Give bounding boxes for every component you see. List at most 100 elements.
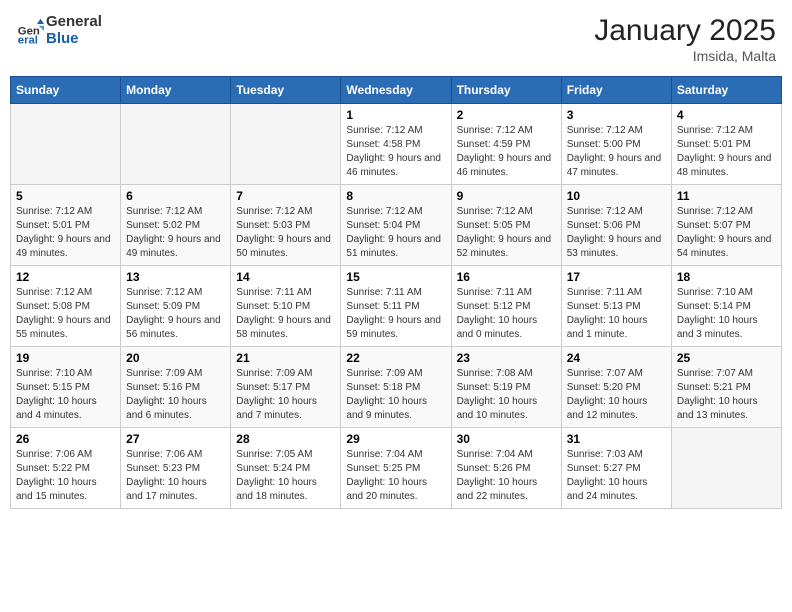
weekday-header: Friday xyxy=(561,77,671,104)
month-title: January 2025 xyxy=(594,14,776,48)
day-info: Sunrise: 7:07 AM Sunset: 5:21 PM Dayligh… xyxy=(677,367,776,423)
day-info: Sunrise: 7:12 AM Sunset: 5:01 PM Dayligh… xyxy=(677,124,776,180)
location: Imsida, Malta xyxy=(594,48,776,64)
logo-general: General xyxy=(46,14,102,31)
calendar-day-cell xyxy=(121,104,231,185)
calendar-week-row: 1 Sunrise: 7:12 AM Sunset: 4:58 PM Daylig… xyxy=(11,104,782,185)
title-area: January 2025 Imsida, Malta xyxy=(594,14,776,64)
calendar-day-cell: 30 Sunrise: 7:04 AM Sunset: 5:26 PM Dayli… xyxy=(451,428,561,509)
day-number: 28 xyxy=(236,432,335,446)
calendar-day-cell: 18 Sunrise: 7:10 AM Sunset: 5:14 PM Dayli… xyxy=(671,266,781,347)
day-info: Sunrise: 7:12 AM Sunset: 4:59 PM Dayligh… xyxy=(457,124,556,180)
day-info: Sunrise: 7:11 AM Sunset: 5:10 PM Dayligh… xyxy=(236,286,335,342)
day-number: 27 xyxy=(126,432,225,446)
weekday-header: Sunday xyxy=(11,77,121,104)
day-number: 10 xyxy=(567,189,666,203)
day-info: Sunrise: 7:07 AM Sunset: 5:20 PM Dayligh… xyxy=(567,367,666,423)
calendar-day-cell: 24 Sunrise: 7:07 AM Sunset: 5:20 PM Dayli… xyxy=(561,347,671,428)
calendar-day-cell: 20Sunrise: 7:09 AM Sunset: 5:16 PM Dayli… xyxy=(121,347,231,428)
calendar-day-cell: 2 Sunrise: 7:12 AM Sunset: 4:59 PM Daylig… xyxy=(451,104,561,185)
day-number: 22 xyxy=(346,351,445,365)
weekday-header-row: SundayMondayTuesdayWednesdayThursdayFrid… xyxy=(11,77,782,104)
day-number: 29 xyxy=(346,432,445,446)
day-number: 1 xyxy=(346,108,445,122)
day-info: Sunrise: 7:12 AM Sunset: 4:58 PM Dayligh… xyxy=(346,124,445,180)
calendar-table: SundayMondayTuesdayWednesdayThursdayFrid… xyxy=(10,76,782,509)
day-info: Sunrise: 7:10 AM Sunset: 5:14 PM Dayligh… xyxy=(677,286,776,342)
calendar-day-cell xyxy=(11,104,121,185)
day-number: 21 xyxy=(236,351,335,365)
day-number: 11 xyxy=(677,189,776,203)
calendar-day-cell: 10 Sunrise: 7:12 AM Sunset: 5:06 PM Dayli… xyxy=(561,185,671,266)
calendar-day-cell xyxy=(671,428,781,509)
weekday-header: Monday xyxy=(121,77,231,104)
calendar-day-cell: 17Sunrise: 7:11 AM Sunset: 5:13 PM Dayli… xyxy=(561,266,671,347)
day-number: 8 xyxy=(346,189,445,203)
weekday-header: Wednesday xyxy=(341,77,451,104)
svg-text:eral: eral xyxy=(18,34,38,45)
day-number: 16 xyxy=(457,270,556,284)
calendar-day-cell: 3 Sunrise: 7:12 AM Sunset: 5:00 PM Daylig… xyxy=(561,104,671,185)
calendar-day-cell: 11 Sunrise: 7:12 AM Sunset: 5:07 PM Dayli… xyxy=(671,185,781,266)
day-number: 18 xyxy=(677,270,776,284)
weekday-header: Saturday xyxy=(671,77,781,104)
day-number: 7 xyxy=(236,189,335,203)
day-number: 24 xyxy=(567,351,666,365)
day-number: 6 xyxy=(126,189,225,203)
day-number: 26 xyxy=(16,432,115,446)
day-info: Sunrise: 7:11 AM Sunset: 5:13 PM Dayligh… xyxy=(567,286,666,342)
calendar-day-cell: 23 Sunrise: 7:08 AM Sunset: 5:19 PM Dayli… xyxy=(451,347,561,428)
day-info: Sunrise: 7:03 AM Sunset: 5:27 PM Dayligh… xyxy=(567,448,666,504)
calendar-day-cell: 8 Sunrise: 7:12 AM Sunset: 5:04 PM Daylig… xyxy=(341,185,451,266)
day-number: 5 xyxy=(16,189,115,203)
logo-text: General Blue xyxy=(46,14,102,47)
calendar-week-row: 26 Sunrise: 7:06 AM Sunset: 5:22 PM Dayli… xyxy=(11,428,782,509)
calendar-day-cell: 9Sunrise: 7:12 AM Sunset: 5:05 PM Daylig… xyxy=(451,185,561,266)
day-info: Sunrise: 7:04 AM Sunset: 5:25 PM Dayligh… xyxy=(346,448,445,504)
day-number: 23 xyxy=(457,351,556,365)
weekday-header: Tuesday xyxy=(231,77,341,104)
logo: Gen eral General Blue xyxy=(16,14,102,47)
calendar-day-cell: 7 Sunrise: 7:12 AM Sunset: 5:03 PM Daylig… xyxy=(231,185,341,266)
calendar-day-cell: 31Sunrise: 7:03 AM Sunset: 5:27 PM Dayli… xyxy=(561,428,671,509)
day-info: Sunrise: 7:05 AM Sunset: 5:24 PM Dayligh… xyxy=(236,448,335,504)
calendar-day-cell: 12 Sunrise: 7:12 AM Sunset: 5:08 PM Dayli… xyxy=(11,266,121,347)
day-info: Sunrise: 7:11 AM Sunset: 5:11 PM Dayligh… xyxy=(346,286,445,342)
day-info: Sunrise: 7:12 AM Sunset: 5:00 PM Dayligh… xyxy=(567,124,666,180)
day-info: Sunrise: 7:09 AM Sunset: 5:16 PM Dayligh… xyxy=(126,367,225,423)
day-info: Sunrise: 7:12 AM Sunset: 5:03 PM Dayligh… xyxy=(236,205,335,261)
day-info: Sunrise: 7:12 AM Sunset: 5:02 PM Dayligh… xyxy=(126,205,225,261)
day-number: 3 xyxy=(567,108,666,122)
day-number: 15 xyxy=(346,270,445,284)
day-number: 13 xyxy=(126,270,225,284)
day-number: 19 xyxy=(16,351,115,365)
day-info: Sunrise: 7:12 AM Sunset: 5:08 PM Dayligh… xyxy=(16,286,115,342)
day-info: Sunrise: 7:12 AM Sunset: 5:06 PM Dayligh… xyxy=(567,205,666,261)
day-info: Sunrise: 7:04 AM Sunset: 5:26 PM Dayligh… xyxy=(457,448,556,504)
calendar-day-cell: 15 Sunrise: 7:11 AM Sunset: 5:11 PM Dayli… xyxy=(341,266,451,347)
calendar-day-cell: 4Sunrise: 7:12 AM Sunset: 5:01 PM Daylig… xyxy=(671,104,781,185)
day-number: 12 xyxy=(16,270,115,284)
calendar-day-cell: 14Sunrise: 7:11 AM Sunset: 5:10 PM Dayli… xyxy=(231,266,341,347)
day-info: Sunrise: 7:09 AM Sunset: 5:18 PM Dayligh… xyxy=(346,367,445,423)
day-info: Sunrise: 7:12 AM Sunset: 5:07 PM Dayligh… xyxy=(677,205,776,261)
calendar-day-cell: 5Sunrise: 7:12 AM Sunset: 5:01 PM Daylig… xyxy=(11,185,121,266)
day-info: Sunrise: 7:12 AM Sunset: 5:04 PM Dayligh… xyxy=(346,205,445,261)
day-info: Sunrise: 7:06 AM Sunset: 5:23 PM Dayligh… xyxy=(126,448,225,504)
calendar-day-cell: 29 Sunrise: 7:04 AM Sunset: 5:25 PM Dayli… xyxy=(341,428,451,509)
calendar-day-cell: 1 Sunrise: 7:12 AM Sunset: 4:58 PM Daylig… xyxy=(341,104,451,185)
day-number: 30 xyxy=(457,432,556,446)
day-number: 25 xyxy=(677,351,776,365)
weekday-header: Thursday xyxy=(451,77,561,104)
calendar-day-cell: 25 Sunrise: 7:07 AM Sunset: 5:21 PM Dayli… xyxy=(671,347,781,428)
day-number: 2 xyxy=(457,108,556,122)
calendar-day-cell: 13 Sunrise: 7:12 AM Sunset: 5:09 PM Dayli… xyxy=(121,266,231,347)
logo-blue: Blue xyxy=(46,31,102,48)
day-info: Sunrise: 7:12 AM Sunset: 5:09 PM Dayligh… xyxy=(126,286,225,342)
day-number: 9 xyxy=(457,189,556,203)
day-info: Sunrise: 7:08 AM Sunset: 5:19 PM Dayligh… xyxy=(457,367,556,423)
calendar-week-row: 19Sunrise: 7:10 AM Sunset: 5:15 PM Dayli… xyxy=(11,347,782,428)
calendar-week-row: 5Sunrise: 7:12 AM Sunset: 5:01 PM Daylig… xyxy=(11,185,782,266)
day-info: Sunrise: 7:06 AM Sunset: 5:22 PM Dayligh… xyxy=(16,448,115,504)
day-info: Sunrise: 7:11 AM Sunset: 5:12 PM Dayligh… xyxy=(457,286,556,342)
